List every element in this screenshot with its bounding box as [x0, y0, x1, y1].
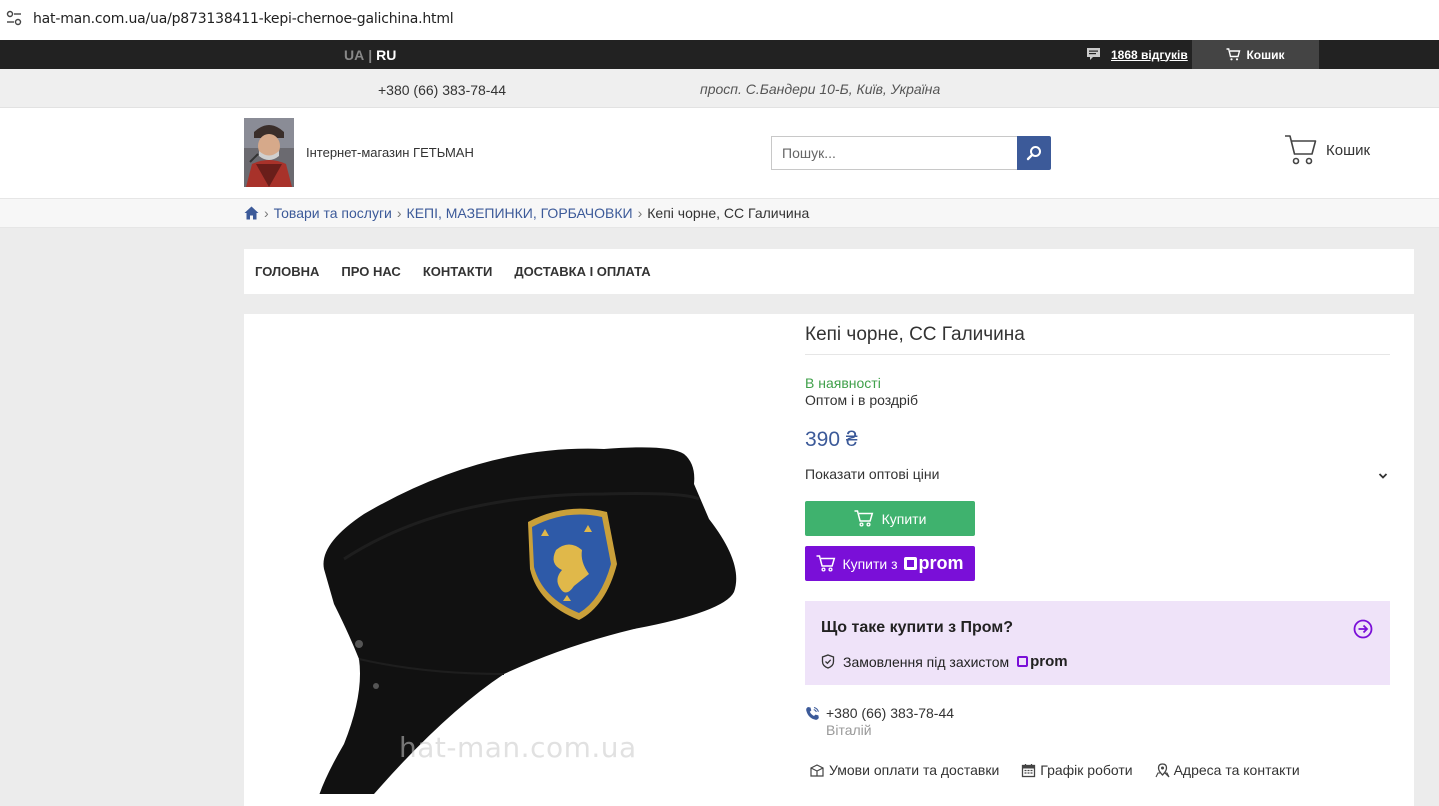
seller-phone[interactable]: +380 (66) 383-78-44 — [826, 705, 954, 721]
header-address: просп. С.Бандери 10-Б, Київ, Україна — [700, 81, 941, 97]
breadcrumb-current: Кепі чорне, СС Галичина — [647, 205, 810, 221]
wholesale-prices-label: Показати оптові ціни — [805, 466, 940, 482]
map-pin-icon — [1155, 762, 1170, 777]
buy-with-prom-label: Купити з — [842, 555, 898, 572]
buy-button[interactable]: Купити — [805, 501, 975, 536]
cart-icon — [854, 510, 873, 527]
search-button[interactable] — [1017, 136, 1051, 170]
shop-name[interactable]: Інтернет-магазин ГЕТЬМАН — [306, 145, 474, 160]
link-payment-delivery[interactable]: Умови оплати та доставки — [809, 762, 999, 778]
lang-separator: | — [368, 47, 373, 63]
search-form — [771, 136, 1051, 170]
seller-name: Віталій — [826, 722, 872, 738]
reviews-link[interactable]: 1868 відгуків — [1086, 47, 1188, 62]
breadcrumb-separator: › — [396, 205, 402, 221]
cart-icon — [816, 555, 836, 572]
prom-logo-text: prom — [918, 553, 964, 573]
prom-info-title: Що таке купити з Пром? — [821, 619, 1013, 636]
breadcrumb-separator: › — [264, 205, 269, 221]
lang-ua-link[interactable]: UA — [344, 47, 364, 63]
info-links: Умови оплати та доставки Графік роботи А… — [809, 762, 1300, 778]
page-url[interactable]: hat-man.com.ua/ua/p873138411-kepi-cherno… — [33, 11, 454, 27]
wholesale-prices-toggle[interactable]: Показати оптові ціни — [805, 466, 1390, 482]
breadcrumb-item-goods[interactable]: Товари та послуги — [274, 205, 392, 221]
phone-icon — [806, 706, 819, 720]
availability-status: В наявності — [805, 375, 881, 391]
prom-logo-square — [903, 557, 917, 570]
buy-button-label: Купити — [881, 510, 927, 527]
home-icon[interactable] — [244, 206, 259, 220]
sale-type: Оптом і в роздріб — [805, 392, 918, 408]
link-schedule[interactable]: Графік роботи — [1021, 762, 1133, 778]
lang-ru-link[interactable]: RU — [376, 47, 396, 63]
contact-info-bar: +380 (66) 383-78-44 просп. С.Бандери 10-… — [0, 69, 1439, 108]
search-input[interactable] — [771, 136, 1019, 170]
prom-protection-row: Замовлення під захистом prom — [821, 653, 1068, 670]
prom-logo-square — [1017, 656, 1029, 667]
top-cart-button[interactable]: Кошик — [1192, 40, 1319, 69]
link-payment-delivery-label: Умови оплати та доставки — [829, 762, 1000, 778]
image-watermark: hat-man.com.ua — [399, 731, 637, 764]
cart-icon — [1226, 48, 1241, 61]
comment-icon — [1087, 48, 1100, 60]
cart-icon — [1285, 135, 1317, 165]
main-nav: ГОЛОВНА ПРО НАС КОНТАКТИ ДОСТАВКА І ОПЛА… — [244, 249, 1414, 294]
product-card: hat-man.com.ua Кепі чорне, СС Галичина В… — [244, 314, 1414, 806]
browser-address-bar[interactable]: hat-man.com.ua/ua/p873138411-kepi-cherno… — [0, 0, 1439, 40]
nav-item-delivery[interactable]: ДОСТАВКА І ОПЛАТА — [514, 264, 650, 279]
title-divider — [805, 354, 1390, 355]
search-icon — [1026, 146, 1041, 161]
reviews-count[interactable]: 1868 відгуків — [1111, 48, 1188, 62]
nav-item-about[interactable]: ПРО НАС — [341, 264, 400, 279]
top-bar: UA | RU 1868 відгуків Кошик — [0, 40, 1439, 69]
top-cart-label: Кошик — [1246, 47, 1285, 62]
prom-logo-text: prom — [1030, 653, 1068, 670]
prom-logo: prom — [903, 553, 964, 574]
link-address-label: Адреса та контакти — [1173, 762, 1300, 778]
site-settings-icon[interactable] — [6, 10, 22, 26]
breadcrumb-separator: › — [637, 205, 643, 221]
chevron-down-icon — [1378, 473, 1388, 479]
site-header: Інтернет-магазин ГЕТЬМАН Кошик — [0, 108, 1439, 198]
product-price: 390 ₴ — [805, 428, 858, 451]
link-schedule-label: Графік роботи — [1040, 762, 1133, 778]
header-cart-link[interactable]: Кошик — [1284, 134, 1370, 166]
shop-logo[interactable] — [244, 118, 294, 187]
arrow-right-circle-icon[interactable] — [1353, 619, 1373, 639]
header-phone[interactable]: +380 (66) 383-78-44 — [378, 82, 506, 98]
buy-with-prom-button[interactable]: Купити з prom — [805, 546, 975, 581]
header-cart-label: Кошик — [1326, 141, 1371, 159]
language-switcher: UA | RU — [344, 47, 396, 63]
nav-item-contacts[interactable]: КОНТАКТИ — [423, 264, 493, 279]
link-address[interactable]: Адреса та контакти — [1155, 762, 1300, 778]
product-title: Кепі чорне, СС Галичина — [805, 324, 1025, 345]
calendar-icon — [1022, 763, 1036, 777]
breadcrumb: › Товари та послуги › КЕПІ, МАЗЕПИНКИ, Г… — [0, 198, 1439, 228]
delivery-box-icon — [810, 763, 824, 777]
prom-protection-text: Замовлення під захистом — [843, 653, 1010, 670]
seller-phone-row[interactable]: +380 (66) 383-78-44 — [805, 705, 954, 721]
prom-logo: prom — [1017, 653, 1068, 670]
prom-info-box[interactable]: Що таке купити з Пром? Замовлення під за… — [805, 601, 1390, 685]
shield-check-icon — [821, 654, 835, 669]
nav-item-home[interactable]: ГОЛОВНА — [255, 264, 319, 279]
breadcrumb-item-category[interactable]: КЕПІ, МАЗЕПИНКИ, ГОРБАЧОВКИ — [407, 205, 633, 221]
